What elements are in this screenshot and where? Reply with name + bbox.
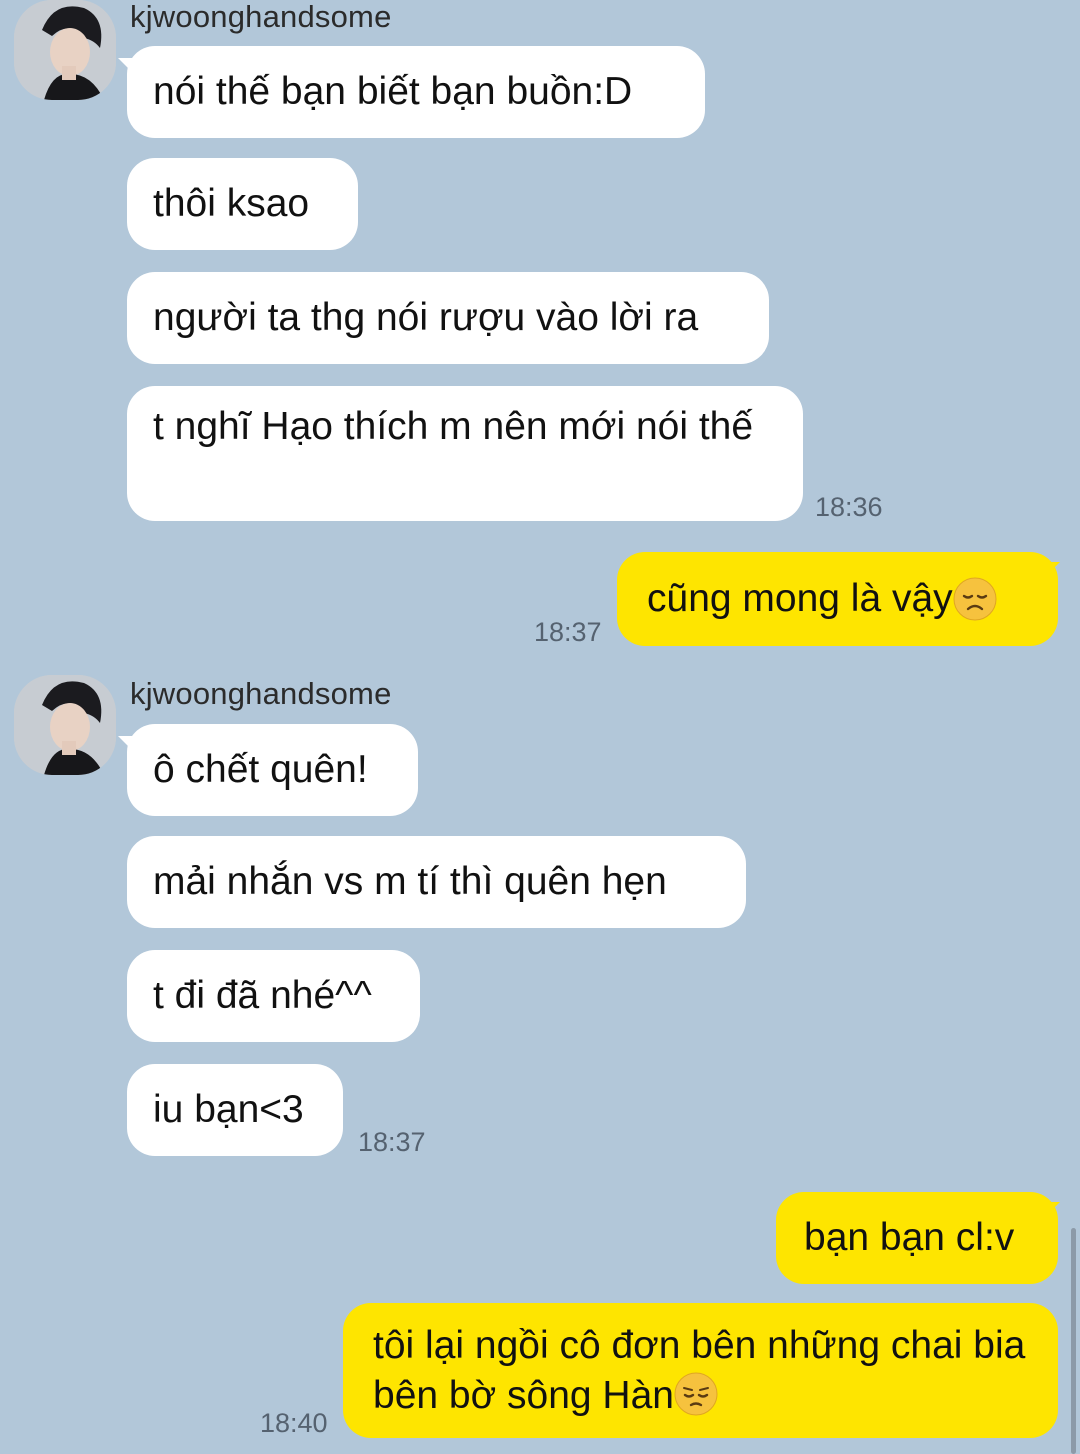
outgoing-message[interactable]: tôi lại ngồi cô đơn bên những chai bia b… <box>343 1303 1058 1438</box>
sender-name: kjwoonghandsome <box>130 0 392 34</box>
incoming-message[interactable]: ô chết quên! <box>127 724 418 816</box>
timestamp: 18:37 <box>534 617 602 647</box>
profile-photo-icon <box>14 675 116 775</box>
timestamp: 18:37 <box>358 1127 426 1157</box>
sender-avatar[interactable] <box>14 0 116 100</box>
incoming-message[interactable]: mải nhắn vs m tí thì quên hẹn <box>127 836 746 928</box>
timestamp: 18:36 <box>815 492 883 522</box>
timestamp: 18:40 <box>260 1408 328 1438</box>
message-text: tôi lại ngồi cô đơn bên những chai bia b… <box>373 1321 1032 1421</box>
sender-avatar[interactable] <box>14 675 116 775</box>
disappointed-face-icon <box>953 577 997 621</box>
message-text: nói thế bạn biết bạn buồn:D <box>153 70 633 113</box>
message-text: thôi ksao <box>153 182 310 225</box>
incoming-message[interactable]: người ta thg nói rượu vào lời ra <box>127 272 769 364</box>
pensive-face-icon <box>674 1372 718 1416</box>
incoming-message[interactable]: nói thế bạn biết bạn buồn:D <box>127 46 705 138</box>
incoming-message[interactable]: iu bạn<3 <box>127 1064 343 1156</box>
sender-name: kjwoonghandsome <box>130 676 392 711</box>
message-text: mải nhắn vs m tí thì quên hẹn <box>153 860 667 903</box>
outgoing-message[interactable]: cũng mong là vậy <box>617 552 1058 646</box>
incoming-message[interactable]: t nghĩ Hạo thích m nên mới nói thế <box>127 386 803 521</box>
message-text: cũng mong là vậy <box>647 577 953 620</box>
message-text: t nghĩ Hạo thích m nên mới nói thế <box>153 405 754 448</box>
message-text: bạn bạn cl:v <box>804 1216 1015 1259</box>
message-text: iu bạn<3 <box>153 1088 304 1131</box>
profile-photo-icon <box>14 0 116 100</box>
scrollbar[interactable] <box>1071 1228 1076 1454</box>
message-text: ô chết quên! <box>153 748 368 791</box>
outgoing-message[interactable]: bạn bạn cl:v <box>776 1192 1058 1284</box>
message-text: t đi đã nhé^^ <box>153 974 372 1017</box>
message-text: người ta thg nói rượu vào lời ra <box>153 296 699 339</box>
incoming-message[interactable]: thôi ksao <box>127 158 358 250</box>
incoming-message[interactable]: t đi đã nhé^^ <box>127 950 420 1042</box>
